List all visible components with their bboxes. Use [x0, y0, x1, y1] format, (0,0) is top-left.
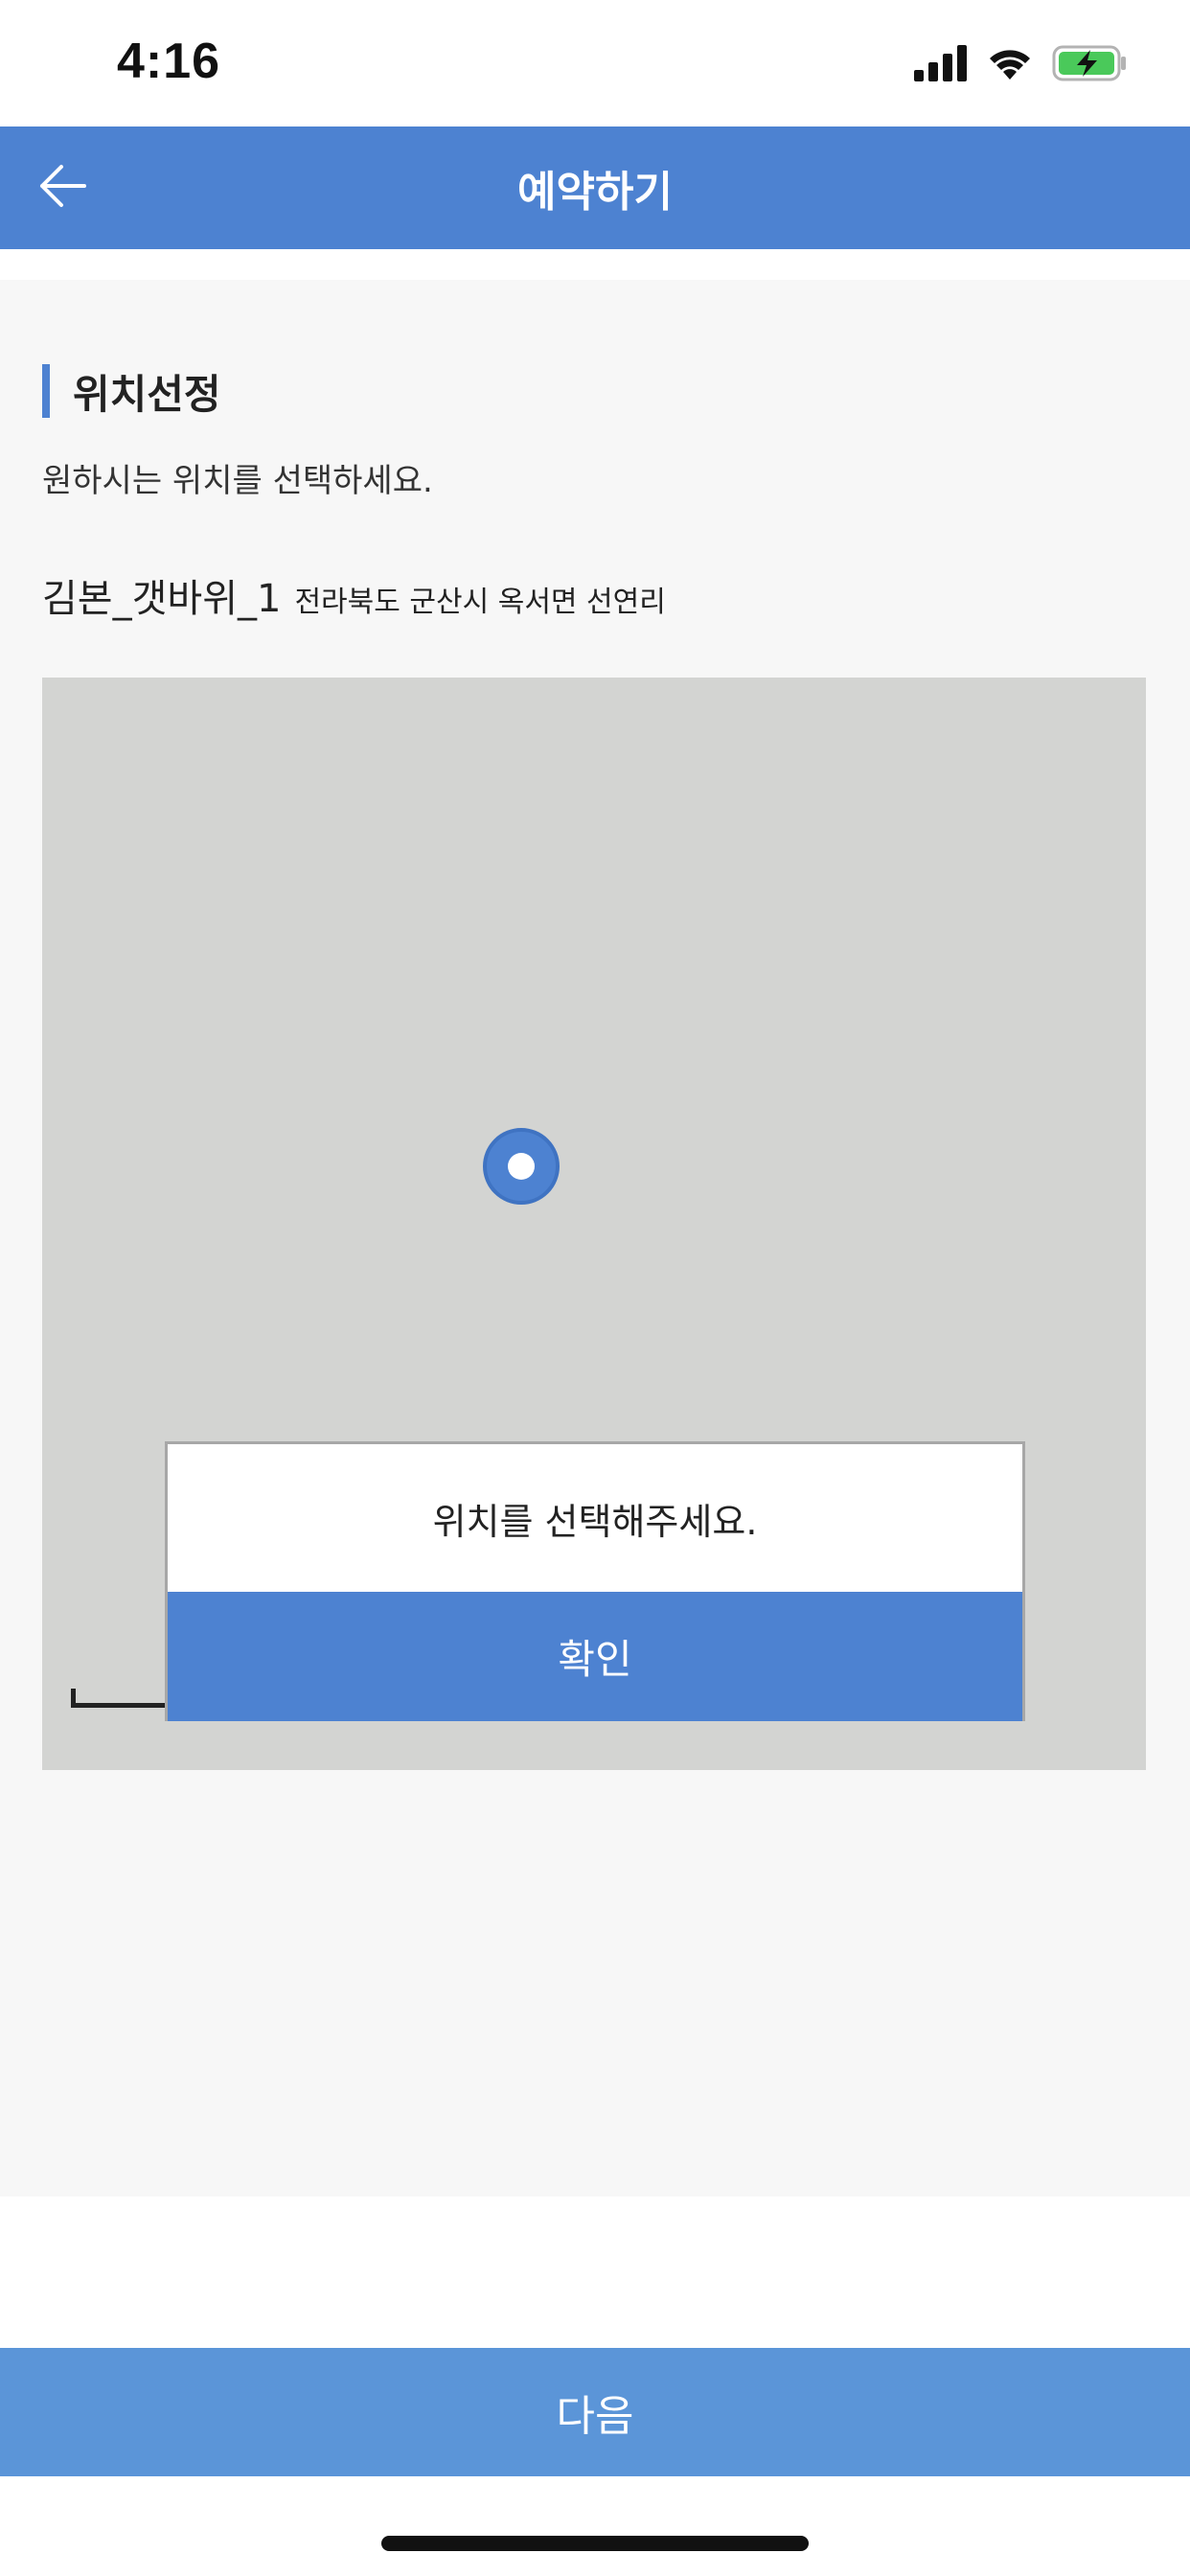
status-icons — [914, 44, 1129, 86]
home-indicator — [381, 2536, 809, 2551]
section-heading: 위치선정 — [42, 364, 221, 418]
place-address: 전라북도 군산시 옥서면 선연리 — [294, 586, 666, 619]
place-name: 김본_갯바위_1 — [42, 577, 282, 621]
next-button[interactable]: 다음 — [0, 2348, 1190, 2476]
dialog-message: 위치를 선택해주세요. — [432, 1500, 758, 1543]
map-marker-icon[interactable] — [483, 1128, 560, 1205]
location-selection-panel: 위치선정 원하시는 위치를 선택하세요. 김본_갯바위_1 전라북도 군산시 옥… — [0, 280, 1190, 2196]
battery-charging-icon — [1052, 44, 1129, 86]
page-title: 예약하기 — [517, 168, 673, 217]
wifi-icon — [987, 45, 1033, 85]
section-title: 위치선정 — [73, 370, 221, 418]
place-info: 김본_갯바위_1 전라북도 군산시 옥서면 선연리 — [42, 567, 666, 623]
section-description: 원하시는 위치를 선택하세요. — [42, 462, 433, 500]
confirm-button[interactable]: 확인 — [168, 1592, 1022, 1721]
status-bar: 4:16 — [0, 0, 1190, 126]
app-header: 예약하기 — [0, 126, 1190, 249]
alert-dialog: 위치를 선택해주세요. 확인 — [165, 1441, 1025, 1721]
booking-screen: 4:16 예약하기 위치선정 원하시는 위치를 선택하세요. 김본_갯바위_1 … — [0, 0, 1190, 2576]
map-marker-dot — [508, 1153, 535, 1180]
section-accent-bar — [42, 364, 50, 418]
status-time: 4:16 — [117, 34, 221, 89]
signal-icon — [914, 45, 968, 85]
